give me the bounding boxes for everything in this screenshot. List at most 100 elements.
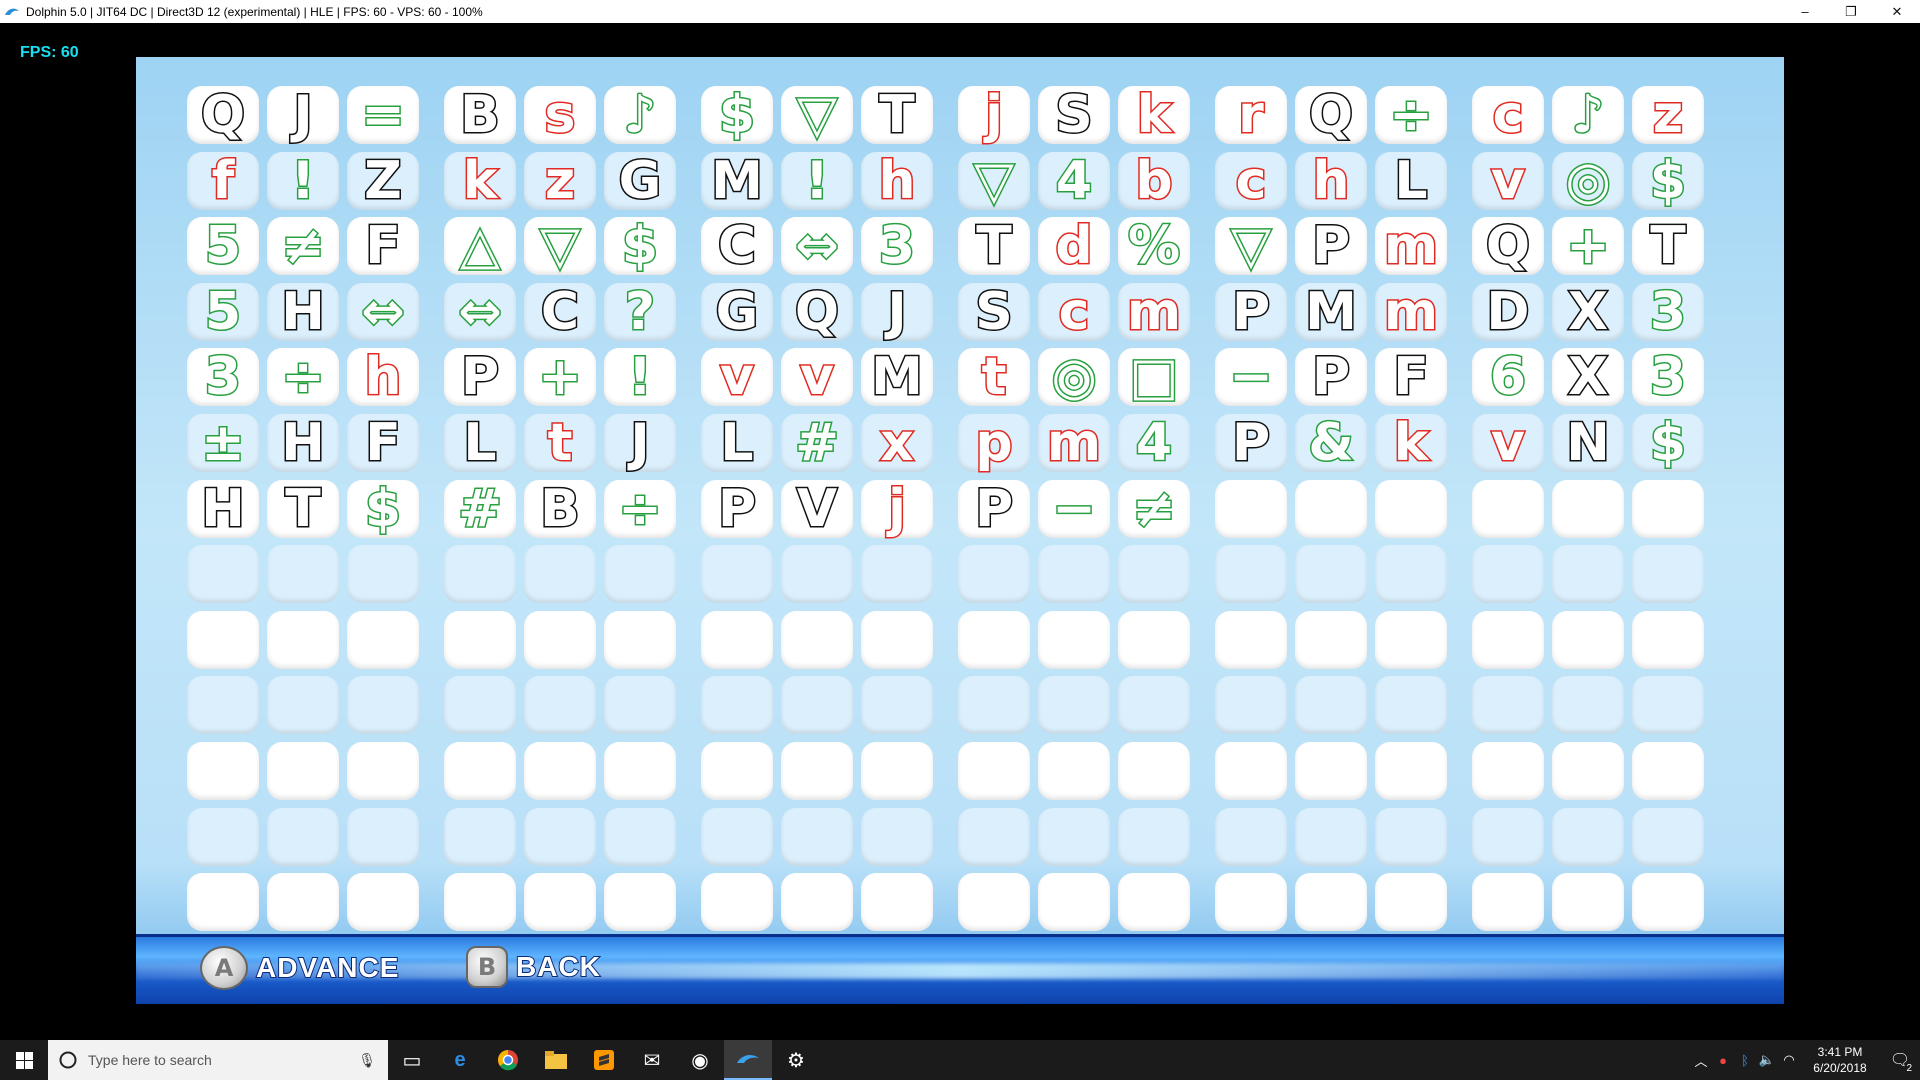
grid-tile[interactable]: ▽ [781,86,853,144]
grid-tile[interactable] [604,742,676,800]
grid-tile[interactable] [958,807,1030,866]
grid-tile[interactable]: ÷ [267,348,339,407]
grid-tile[interactable] [1375,545,1447,604]
grid-tile[interactable] [604,807,676,866]
edge-icon[interactable]: e [436,1040,484,1080]
grid-tile[interactable] [444,742,516,800]
grid-tile[interactable] [267,742,339,800]
grid-tile[interactable] [1295,610,1367,669]
grid-tile[interactable]: 3 [1632,282,1704,341]
grid-tile[interactable]: z [1632,86,1704,144]
grid-tile[interactable] [1038,676,1110,735]
grid-tile[interactable] [1632,676,1704,735]
grid-tile[interactable] [1552,873,1624,932]
grid-tile[interactable] [1215,610,1287,669]
grid-tile[interactable]: Q [1472,217,1544,276]
grid-tile[interactable]: c [1472,86,1544,144]
grid-tile[interactable]: $ [1632,151,1704,210]
grid-tile[interactable]: h [347,348,419,407]
grid-tile[interactable]: S [1038,86,1110,144]
grid-tile[interactable]: v [1472,151,1544,210]
grid-tile[interactable] [187,742,259,800]
grid-tile[interactable]: = [347,86,419,144]
grid-tile[interactable]: k [1375,414,1447,472]
grid-tile[interactable] [524,676,596,735]
grid-tile[interactable]: & [1295,414,1367,472]
grid-tile[interactable] [781,807,853,866]
grid-tile[interactable] [1375,676,1447,735]
grid-tile[interactable] [604,676,676,735]
grid-tile[interactable] [861,873,933,932]
grid-tile[interactable] [524,545,596,604]
taskbar-clock[interactable]: 3:41 PM 6/20/2018 [1800,1044,1880,1076]
grid-tile[interactable]: j [958,86,1030,144]
grid-tile[interactable]: ▽ [524,217,596,276]
grid-tile[interactable] [1552,742,1624,800]
grid-tile[interactable]: H [267,414,339,472]
bluetooth-icon[interactable]: ᛒ [1734,1053,1756,1068]
grid-tile[interactable] [187,873,259,932]
grid-tile[interactable]: f [187,151,259,210]
grid-tile[interactable] [267,545,339,604]
grid-tile[interactable] [1552,545,1624,604]
grid-tile[interactable]: M [1295,282,1367,341]
back-prompt[interactable]: B BACK [466,946,601,988]
grid-tile[interactable]: v [781,348,853,407]
file-explorer-icon[interactable] [532,1040,580,1080]
grid-tile[interactable]: j [861,479,933,538]
antivirus-icon[interactable]: ● [1712,1053,1734,1068]
grid-tile[interactable]: ⇔ [347,282,419,341]
grid-tile[interactable]: P [1215,414,1287,472]
grid-tile[interactable] [444,873,516,932]
grid-tile[interactable]: 4 [1038,151,1110,210]
taskbar-search[interactable]: Type here to search 🎙 [48,1040,388,1080]
grid-tile[interactable] [347,873,419,932]
grid-tile[interactable] [1118,676,1190,735]
grid-tile[interactable]: v [1472,414,1544,472]
grid-tile[interactable] [1472,545,1544,604]
grid-tile[interactable]: ÷ [1375,86,1447,144]
grid-tile[interactable] [347,742,419,800]
grid-tile[interactable] [861,807,933,866]
grid-tile[interactable] [701,873,773,932]
grid-tile[interactable]: % [1118,217,1190,276]
grid-tile[interactable]: △ [444,217,516,276]
grid-tile[interactable]: ± [187,414,259,472]
grid-tile[interactable]: P [958,479,1030,538]
grid-tile[interactable]: H [267,282,339,341]
grid-tile[interactable] [1215,676,1287,735]
grid-tile[interactable] [1552,610,1624,669]
grid-tile[interactable] [1472,676,1544,735]
grid-tile[interactable] [1215,479,1287,538]
grid-tile[interactable]: 5 [187,217,259,276]
grid-tile[interactable]: M [701,151,773,210]
grid-tile[interactable]: ⇔ [781,217,853,276]
grid-tile[interactable]: ▽ [958,151,1030,210]
grid-tile[interactable] [444,610,516,669]
grid-tile[interactable]: + [1552,217,1624,276]
grid-tile[interactable]: $ [604,217,676,276]
grid-tile[interactable] [1118,807,1190,866]
grid-tile[interactable] [958,676,1030,735]
grid-tile[interactable]: m [1375,217,1447,276]
grid-tile[interactable] [781,873,853,932]
close-button[interactable]: ✕ [1874,0,1920,23]
dolphin-taskbar-icon[interactable] [724,1040,772,1080]
grid-tile[interactable]: □ [1118,348,1190,407]
grid-tile[interactable]: Q [781,282,853,341]
grid-tile[interactable]: 4 [1118,414,1190,472]
grid-tile[interactable] [1472,610,1544,669]
grid-tile[interactable]: T [861,86,933,144]
settings-gear-icon[interactable]: ⚙ [772,1040,820,1080]
grid-tile[interactable]: $ [1632,414,1704,472]
grid-tile[interactable] [958,545,1030,604]
grid-tile[interactable]: C [701,217,773,276]
minimize-button[interactable]: – [1782,0,1828,23]
grid-tile[interactable]: X [1552,348,1624,407]
grid-tile[interactable]: T [958,217,1030,276]
grid-tile[interactable] [958,610,1030,669]
grid-tile[interactable] [524,610,596,669]
grid-tile[interactable]: P [701,479,773,538]
grid-tile[interactable]: P [1295,348,1367,407]
grid-tile[interactable] [187,807,259,866]
